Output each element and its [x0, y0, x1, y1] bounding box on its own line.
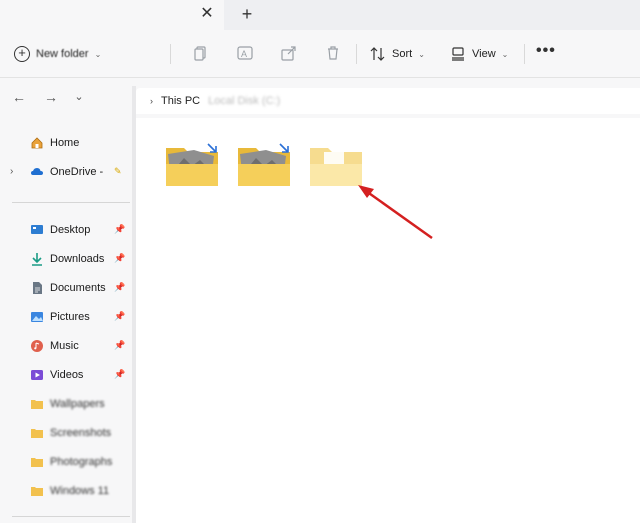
more-options-icon[interactable]: •••: [536, 43, 556, 62]
pin-icon[interactable]: 📌: [114, 340, 125, 352]
sort-icon: [370, 47, 385, 61]
desktop-icon: [31, 225, 43, 234]
sidebar-item-folder[interactable]: Wallpapers: [30, 394, 130, 414]
divider: [170, 44, 171, 64]
pin-icon[interactable]: 📌: [114, 282, 125, 294]
svg-text:A: A: [241, 49, 247, 59]
folder-with-images-icon[interactable]: [236, 142, 292, 188]
divider: [12, 516, 130, 517]
pin-icon[interactable]: 📌: [114, 253, 125, 265]
cloud-icon: [31, 168, 43, 175]
sync-status-icon: ✎: [114, 166, 122, 176]
view-button[interactable]: View ⌄: [450, 43, 508, 65]
sidebar-item-music[interactable]: Music 📌: [30, 336, 130, 356]
sidebar-item-label: Desktop: [50, 224, 91, 236]
tab-bar: ✕ +: [0, 0, 640, 30]
sidebar-item-label: Photographs: [50, 456, 113, 468]
sidebar-item-label: Windows 11: [50, 485, 110, 497]
new-button[interactable]: + New folder ⌄: [14, 42, 146, 66]
pin-icon[interactable]: 📌: [114, 311, 125, 323]
new-button-label: New folder: [36, 48, 89, 60]
document-icon: [33, 282, 42, 294]
view-icon: [452, 47, 464, 61]
new-folder-icon[interactable]: [308, 142, 364, 188]
sidebar-item-pictures[interactable]: Pictures 📌: [30, 307, 130, 327]
file-list: [136, 118, 640, 523]
sort-label: Sort: [392, 48, 413, 60]
navigation-pane: Home › OneDrive - ✎ Desktop 📌 Downloads …: [0, 118, 132, 523]
folder-icon: [31, 400, 43, 409]
folder-icon: [31, 487, 43, 496]
music-icon: [31, 340, 43, 352]
view-label: View: [472, 48, 496, 60]
sidebar-item-folder[interactable]: Windows 11: [30, 481, 130, 501]
rename-icon[interactable]: A: [236, 44, 254, 62]
pin-icon[interactable]: 📌: [114, 224, 125, 236]
chevron-down-icon: ⌄: [94, 49, 102, 59]
folder-icon: [31, 458, 43, 467]
navigation-bar: ← → ⌄ › This PC Local Disk (C:): [0, 78, 640, 118]
sort-button[interactable]: Sort ⌄: [370, 43, 425, 65]
chevron-down-icon[interactable]: ⌄: [70, 88, 88, 106]
sidebar-item-onedrive[interactable]: OneDrive - ✎: [30, 162, 130, 182]
sidebar-item-label: Downloads: [50, 253, 105, 265]
sidebar-item-folder[interactable]: Photographs: [30, 452, 130, 472]
folder-icon: [31, 429, 43, 438]
breadcrumb-this-pc[interactable]: This PC: [161, 95, 200, 107]
delete-icon[interactable]: [324, 44, 342, 62]
divider: [524, 44, 525, 64]
sidebar-item-label: Screenshots: [50, 427, 112, 439]
sidebar-item-label: OneDrive -: [50, 166, 104, 178]
sidebar-item-home[interactable]: Home: [30, 133, 130, 153]
sidebar-item-folder[interactable]: Screenshots: [30, 423, 130, 443]
arrow-right-icon[interactable]: →: [42, 88, 60, 106]
sidebar-item-label: Wallpapers: [50, 398, 105, 410]
breadcrumb-current[interactable]: Local Disk (C:): [208, 95, 280, 107]
share-icon[interactable]: [280, 44, 298, 62]
window-tab[interactable]: ✕: [0, 0, 224, 30]
download-icon: [32, 253, 42, 266]
close-icon[interactable]: ✕: [198, 5, 216, 23]
pictures-icon: [31, 312, 43, 322]
divider: [356, 44, 357, 64]
sidebar-item-label: Home: [50, 137, 80, 149]
sidebar-item-label: Music: [50, 340, 79, 352]
folder-with-images-icon[interactable]: [164, 142, 220, 188]
sidebar-item-label: Pictures: [50, 311, 90, 323]
pin-icon[interactable]: 📌: [114, 369, 125, 381]
plus-icon[interactable]: +: [238, 5, 256, 23]
chevron-down-icon: ⌄: [418, 49, 425, 59]
sidebar-item-documents[interactable]: Documents 📌: [30, 278, 130, 298]
home-icon: [31, 137, 43, 149]
sidebar-item-downloads[interactable]: Downloads 📌: [30, 249, 130, 269]
sidebar-item-label: Videos: [50, 369, 84, 381]
copy-icon[interactable]: [192, 44, 210, 62]
address-bar[interactable]: › This PC Local Disk (C:): [136, 88, 640, 114]
chevron-down-icon: ⌄: [501, 49, 509, 59]
command-bar: + New folder ⌄ A Sort ⌄ View ⌄ •••: [0, 30, 640, 78]
add-icon: +: [14, 46, 30, 62]
breadcrumb-chevron: ›: [150, 96, 153, 106]
divider: [12, 202, 130, 203]
arrow-left-icon[interactable]: ←: [10, 88, 28, 106]
sidebar-item-videos[interactable]: Videos 📌: [30, 365, 130, 385]
chevron-right-icon[interactable]: ›: [10, 166, 13, 177]
video-icon: [31, 370, 43, 380]
sidebar-item-desktop[interactable]: Desktop 📌: [30, 220, 130, 240]
sidebar-item-label: Documents: [50, 282, 106, 294]
